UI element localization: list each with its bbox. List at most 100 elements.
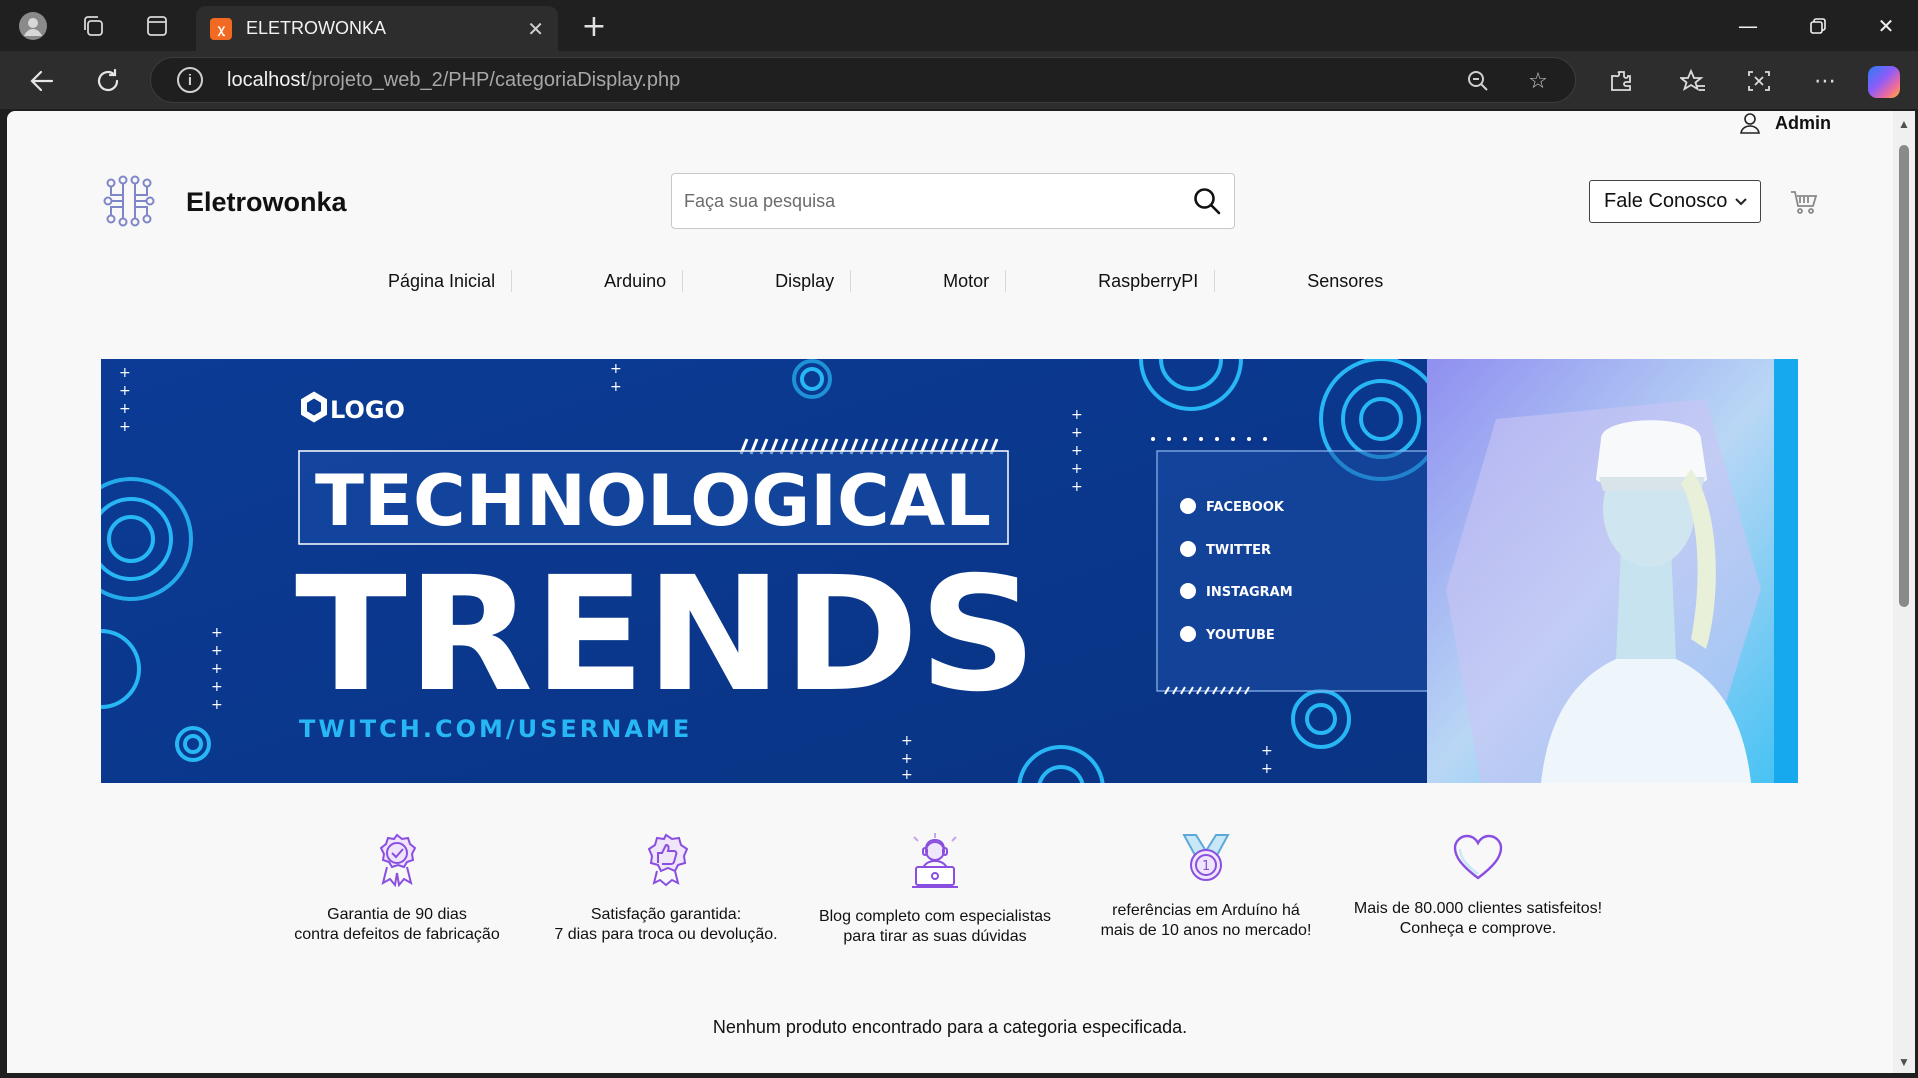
- address-bar[interactable]: i localhost/projeto_web_2/PHP/categoriaD…: [150, 57, 1576, 103]
- heart-icon: [1453, 834, 1503, 880]
- svg-text:+: +: [1071, 479, 1083, 495]
- svg-text:+: +: [1071, 407, 1083, 423]
- search-icon[interactable]: [1192, 186, 1222, 216]
- site-info-icon[interactable]: i: [177, 67, 203, 93]
- feature-text: referências em Arduíno há mais de 10 ano…: [1100, 902, 1312, 939]
- social-youtube: YOUTUBE: [1205, 628, 1275, 643]
- browser-tab-bar: ꭓ ELETROWONKA ✕ + — ✕: [0, 0, 1918, 51]
- url-text[interactable]: localhost/projeto_web_2/PHP/categoriaDis…: [227, 69, 680, 92]
- user-icon: [1740, 113, 1760, 134]
- banner-headline-1: TECHNOLOGICAL: [315, 460, 991, 542]
- scrollbar-thumb[interactable]: [1899, 145, 1909, 607]
- back-icon[interactable]: [24, 63, 60, 99]
- tab-title: ELETROWONKA: [246, 18, 387, 38]
- svg-text:+: +: [1071, 443, 1083, 459]
- expert-laptop-icon: [912, 833, 958, 888]
- feature-text: Garantia de 90 dias contra defeitos de f…: [294, 906, 500, 943]
- svg-text:+: +: [119, 419, 131, 435]
- thumbs-up-badge-icon: [647, 833, 689, 887]
- workspaces-icon[interactable]: [76, 9, 110, 43]
- copilot-icon[interactable]: [1868, 66, 1900, 98]
- close-tab-icon[interactable]: ✕: [527, 17, 544, 41]
- menu-divider: [1214, 270, 1216, 292]
- banner-logo-text: LOGO: [330, 396, 405, 424]
- contact-select-value: Fale Conosco: [1604, 190, 1728, 212]
- svg-text:+: +: [901, 751, 913, 767]
- social-facebook: FACEBOOK: [1206, 500, 1285, 515]
- menu-divider: [682, 270, 684, 292]
- banner-artwork: ++++ +++++ ++ +++++ +++ ++ LOGO TECHNOLO…: [101, 359, 1798, 783]
- brand-name[interactable]: Eletrowonka: [186, 187, 347, 218]
- page-viewport: Admin Eletrowonka Fale Conosco Página In…: [7, 111, 1893, 1073]
- circuit-brain-logo-icon[interactable]: [103, 175, 155, 227]
- category-menu: Página Inicial Arduino Display Motor Ras…: [372, 266, 1399, 296]
- menu-item-motor[interactable]: Motor: [927, 271, 1005, 292]
- empty-results-message: Nenhum produto encontrado para a categor…: [712, 1017, 1188, 1037]
- svg-text:+: +: [211, 679, 223, 695]
- scroll-down-arrow-icon[interactable]: ▼: [1897, 1055, 1911, 1069]
- feature-text: Blog completo com especialistas para tir…: [818, 908, 1052, 945]
- browser-tab-active[interactable]: ꭓ ELETROWONKA ✕: [196, 6, 558, 51]
- xampp-favicon-icon: ꭓ: [210, 17, 232, 40]
- banner-headline-2: TRENDS: [295, 543, 1037, 727]
- extensions-icon[interactable]: [1602, 62, 1640, 100]
- svg-text:1: 1: [1202, 859, 1210, 874]
- svg-text:+: +: [1261, 761, 1273, 777]
- svg-text:+: +: [211, 643, 223, 659]
- scroll-up-arrow-icon[interactable]: ▲: [1897, 117, 1911, 131]
- svg-text:+: +: [119, 365, 131, 381]
- medal-icon: 1: [1182, 834, 1230, 881]
- search-box: [671, 173, 1235, 229]
- svg-text:+: +: [211, 697, 223, 713]
- svg-text:+: +: [901, 733, 913, 749]
- svg-text:+: +: [1071, 461, 1083, 477]
- svg-text:+: +: [610, 361, 622, 377]
- social-instagram: INSTAGRAM: [1206, 585, 1293, 600]
- menu-divider: [850, 270, 852, 292]
- more-options-icon[interactable]: ⋯: [1806, 62, 1844, 100]
- search-input[interactable]: [672, 174, 1172, 228]
- page-scrollbar[interactable]: ▲ ▼: [1893, 111, 1915, 1073]
- svg-text:+: +: [211, 625, 223, 641]
- minimize-icon[interactable]: —: [1713, 0, 1783, 51]
- new-tab-icon[interactable]: +: [574, 6, 614, 46]
- menu-item-sensores[interactable]: Sensores: [1291, 271, 1399, 292]
- svg-text:+: +: [211, 661, 223, 677]
- chevron-down-icon: [1735, 197, 1747, 205]
- svg-text:+: +: [119, 401, 131, 417]
- menu-item-display[interactable]: Display: [759, 271, 850, 292]
- social-twitter: TWITTER: [1206, 543, 1271, 558]
- favorites-icon[interactable]: [1674, 62, 1712, 100]
- menu-item-arduino[interactable]: Arduino: [588, 271, 682, 292]
- svg-text:+: +: [1071, 425, 1083, 441]
- screenshot-icon[interactable]: [1740, 62, 1778, 100]
- feature-warranty: Garantia de 90 dias contra defeitos de f…: [257, 833, 537, 945]
- contact-select[interactable]: Fale Conosco: [1589, 180, 1761, 223]
- promo-banner[interactable]: + + + + + + + + + + + + + + + + + + + + + LOGO TECHNOLO…: [101, 359, 1798, 783]
- browser-toolbar: i localhost/projeto_web_2/PHP/categoriaD…: [0, 51, 1918, 109]
- close-window-icon[interactable]: ✕: [1851, 0, 1918, 51]
- svg-text:+: +: [119, 383, 131, 399]
- menu-item-pagina-inicial[interactable]: Página Inicial: [372, 271, 511, 292]
- menu-divider: [511, 270, 513, 292]
- profile-icon[interactable]: [16, 9, 50, 43]
- certificate-ribbon-icon: [379, 833, 417, 887]
- menu-divider: [1005, 270, 1007, 292]
- favorite-star-icon[interactable]: ☆: [1521, 64, 1555, 98]
- tab-actions-icon[interactable]: [140, 9, 174, 43]
- reload-icon[interactable]: [90, 63, 126, 99]
- zoom-out-icon[interactable]: [1461, 64, 1495, 98]
- feature-blog: Blog completo com especialistas para tir…: [795, 833, 1075, 947]
- admin-label: Admin: [1775, 112, 1831, 133]
- banner-handle: TWITCH.COM/USERNAME: [299, 715, 692, 743]
- svg-text:+: +: [1261, 743, 1273, 759]
- restore-icon[interactable]: [1783, 0, 1853, 51]
- feature-clients: Mais de 80.000 clientes satisfeitos! Con…: [1338, 833, 1618, 939]
- menu-item-raspberrypi[interactable]: RaspberryPI: [1082, 271, 1214, 292]
- admin-account[interactable]: Admin: [1739, 111, 1831, 135]
- svg-text:+: +: [901, 767, 913, 783]
- feature-text: Mais de 80.000 clientes satisfeitos! Con…: [1353, 900, 1603, 937]
- feature-text: Satisfação garantida: 7 dias para troca …: [554, 906, 778, 943]
- feature-references: 1 referências em Arduíno há mais de 10 a…: [1066, 833, 1346, 941]
- cart-icon[interactable]: [1789, 187, 1819, 217]
